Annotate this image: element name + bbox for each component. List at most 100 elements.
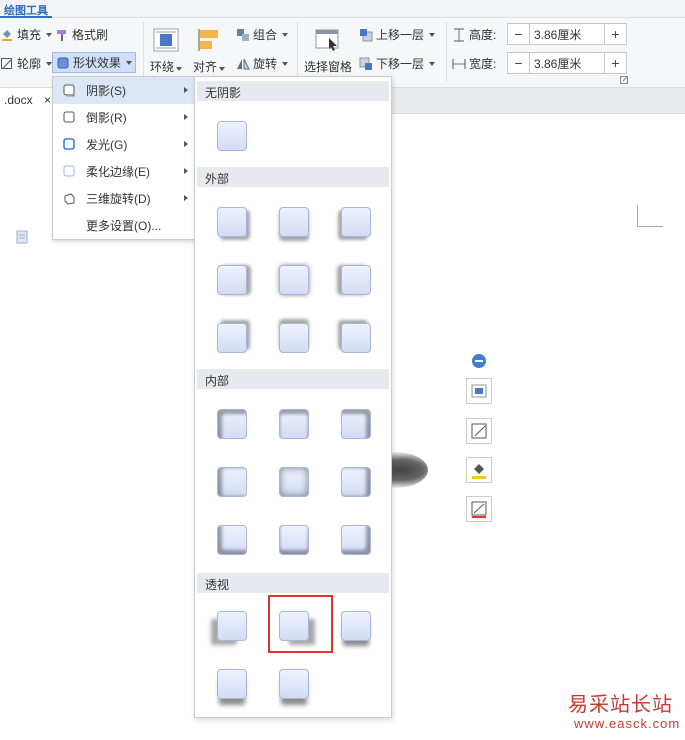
shadow-option-inner[interactable] — [217, 525, 247, 555]
align-icon — [198, 29, 218, 51]
send-backward-button[interactable]: 下移一层 — [359, 55, 436, 72]
group-button[interactable]: 组合 — [236, 26, 289, 43]
fill-bucket-icon — [2, 29, 12, 41]
height-icon — [454, 28, 464, 41]
group-icon — [237, 28, 249, 41]
width-decrease-button[interactable]: − — [508, 53, 530, 73]
shadow-option-outer[interactable] — [341, 323, 371, 353]
chevron-right-icon — [184, 141, 188, 147]
wrap-label: 环绕 — [150, 58, 183, 75]
height-label: 高度: — [469, 28, 497, 42]
outline-button[interactable]: 轮廓 — [0, 55, 53, 72]
height-input[interactable]: 3.86厘米 — [530, 26, 604, 43]
width-increase-button[interactable]: + — [604, 53, 626, 73]
bring-forward-icon — [360, 28, 373, 41]
chevron-right-icon — [184, 168, 188, 174]
collapse-icon[interactable] — [472, 354, 486, 368]
shadow-option-inner[interactable] — [341, 409, 371, 439]
shadow-option-outer[interactable] — [217, 207, 247, 237]
shadow-option-outer[interactable] — [279, 323, 309, 353]
wrap-button[interactable]: 环绕 — [150, 28, 183, 75]
width-input[interactable]: 3.86厘米 — [530, 55, 604, 72]
shadow-option-perspective[interactable] — [217, 611, 247, 641]
menu-item-shadow[interactable]: 阴影(S) — [53, 77, 196, 104]
shadow-option-outer[interactable] — [217, 323, 247, 353]
shadow-option-outer[interactable] — [279, 207, 309, 237]
send-backward-icon — [359, 57, 372, 70]
shape-fill-button[interactable] — [466, 418, 492, 444]
document-tab[interactable]: .docx × — [0, 88, 56, 114]
shadow-option-inner[interactable] — [279, 409, 309, 439]
shadow-option-inner[interactable] — [279, 525, 309, 555]
shadow-option-inner[interactable] — [279, 467, 309, 497]
align-label: 对齐 — [193, 58, 226, 75]
highlight-box — [268, 595, 333, 653]
menu-item-glow[interactable]: 发光(G) — [53, 131, 196, 158]
selection-pane-button[interactable]: 选择窗格 — [304, 28, 352, 75]
menu-item-soft-edge[interactable]: 柔化边缘(E) — [53, 158, 196, 185]
height-increase-button[interactable]: + — [604, 24, 626, 44]
chevron-right-icon — [184, 195, 188, 201]
outline-icon — [471, 501, 487, 518]
ribbon-tabstrip: 绘图工具 — [0, 0, 685, 18]
gallery-section-outer: 外部 — [197, 167, 389, 187]
soft-edge-icon — [63, 165, 75, 177]
reflection-icon — [63, 111, 75, 123]
shadow-option-none[interactable] — [217, 121, 247, 151]
fill-button[interactable]: 填充 — [0, 26, 53, 43]
document-tab-close[interactable]: × — [44, 93, 51, 107]
ribbon: 绘图工具 填充 格式刷 轮廓 形状效果 环绕 对齐 组合 旋转 选择窗格 上移一… — [0, 0, 685, 88]
outline-icon — [1, 57, 12, 69]
shadow-option-outer[interactable] — [341, 265, 371, 295]
chevron-down-icon — [282, 32, 289, 37]
menu-item-label: 发光(G) — [86, 138, 128, 152]
shape-effects-button[interactable]: 形状效果 — [52, 52, 137, 73]
menu-item-label: 倒影(R) — [86, 111, 127, 125]
shape-fill-icon — [471, 423, 487, 439]
height-field[interactable]: − 3.86厘米 + — [507, 23, 627, 45]
bring-forward-label: 上移一层 — [376, 28, 425, 42]
menu-item-3d-rotation[interactable]: 三维旋转(D) — [53, 185, 196, 212]
align-button[interactable]: 对齐 — [193, 28, 226, 75]
document-tab-name: .docx — [4, 93, 33, 107]
shadow-option-inner[interactable] — [217, 409, 247, 439]
fill-bucket-button[interactable] — [466, 457, 492, 483]
shadow-option-perspective[interactable] — [341, 611, 371, 641]
chevron-right-icon — [184, 114, 188, 120]
rotate-icon — [237, 58, 250, 69]
menu-item-reflection[interactable]: 倒影(R) — [53, 104, 196, 131]
width-field[interactable]: − 3.86厘米 + — [507, 52, 627, 74]
page-margin-corner — [637, 205, 663, 227]
width-icon — [452, 58, 466, 69]
glow-icon — [63, 138, 75, 150]
chevron-right-icon — [184, 87, 188, 93]
height-decrease-button[interactable]: − — [508, 24, 530, 44]
shadow-option-outer[interactable] — [341, 207, 371, 237]
bring-forward-button[interactable]: 上移一层 — [359, 26, 436, 43]
width-label-group: 宽度: — [452, 55, 496, 72]
ribbon-separator — [446, 22, 447, 82]
shadow-option-perspective[interactable] — [217, 669, 247, 699]
tab-drawing-tools[interactable]: 绘图工具 — [0, 0, 52, 18]
shape-effects-icon — [57, 57, 69, 68]
selection-pane-icon — [315, 29, 339, 51]
shadow-option-inner[interactable] — [341, 525, 371, 555]
shape-effects-menu: 阴影(S) 倒影(R) 发光(G) 柔化边缘(E) 三维旋转(D) 更多设置(O… — [52, 76, 197, 240]
shape-style-button[interactable] — [466, 378, 492, 404]
dialog-launcher-icon[interactable] — [620, 76, 628, 84]
shadow-option-outer[interactable] — [279, 265, 309, 295]
menu-item-label: 三维旋转(D) — [86, 192, 151, 206]
shadow-option-outer[interactable] — [217, 265, 247, 295]
shadow-option-inner[interactable] — [217, 467, 247, 497]
app-window: 绘图工具 填充 格式刷 轮廓 形状效果 环绕 对齐 组合 旋转 选择窗格 上移一… — [0, 0, 685, 740]
shadow-option-inner[interactable] — [341, 467, 371, 497]
format-painter-button[interactable]: 格式刷 — [55, 26, 108, 43]
shape-effects-label: 形状效果 — [73, 56, 122, 70]
outline-button-float[interactable] — [466, 496, 492, 522]
rotate-button[interactable]: 旋转 — [236, 55, 289, 72]
paragraph-layout-icon[interactable] — [16, 230, 30, 244]
shadow-option-perspective[interactable] — [279, 669, 309, 699]
menu-item-more-settings[interactable]: 更多设置(O)... — [53, 212, 196, 239]
fill-bucket-icon — [472, 464, 486, 479]
menu-item-label: 阴影(S) — [86, 84, 126, 98]
